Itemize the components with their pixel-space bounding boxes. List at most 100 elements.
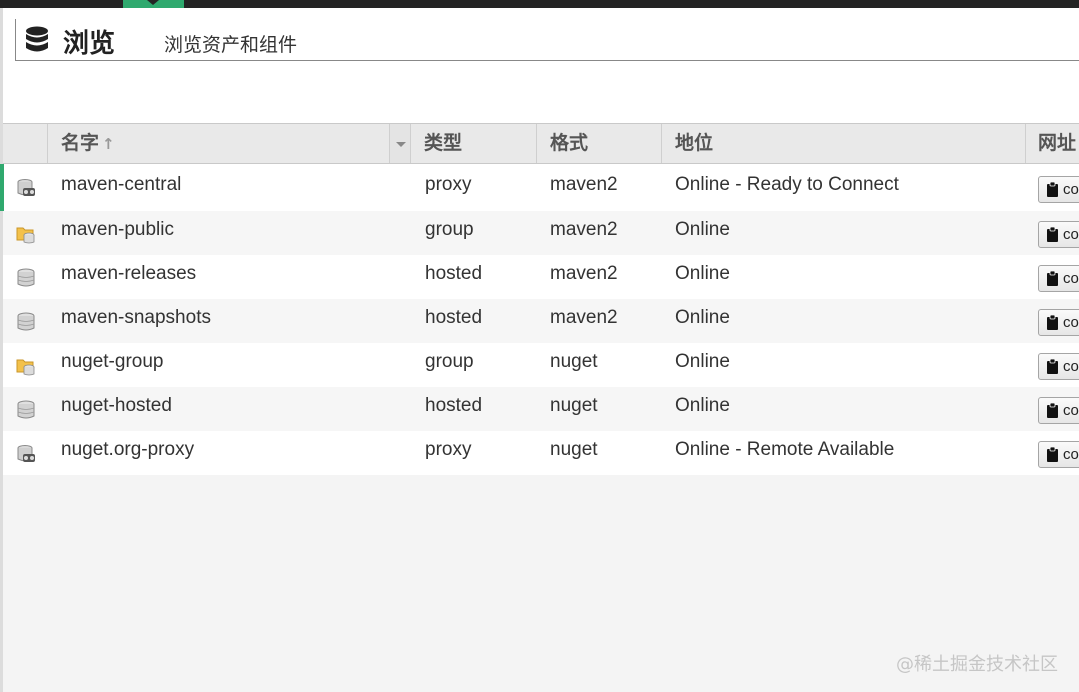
repo-type-cell: proxy <box>412 431 537 475</box>
repo-name: nuget-hosted <box>61 395 172 416</box>
repo-status-cell: Online <box>662 211 1026 255</box>
database-icon <box>26 26 48 52</box>
row-icon-cell <box>3 211 48 255</box>
clipboard-icon <box>1047 403 1058 418</box>
repo-status: Online <box>675 219 730 240</box>
repo-name: maven-public <box>61 219 174 240</box>
hosted-repo-icon <box>17 400 35 419</box>
repo-status-cell: Online - Remote Available <box>662 431 1026 475</box>
table-row[interactable]: nuget-hosted hosted nuget Online copy <box>3 387 1079 431</box>
clipboard-icon <box>1047 182 1058 197</box>
proxy-repo-icon <box>17 445 35 462</box>
repo-format: nuget <box>550 395 598 416</box>
page-title: 浏览 <box>63 29 116 59</box>
repo-type: hosted <box>425 263 483 284</box>
proxy-repo-icon <box>17 179 35 196</box>
repo-format-cell: maven2 <box>537 299 662 343</box>
repo-format: maven2 <box>550 307 618 328</box>
copy-url-button[interactable]: copy <box>1038 441 1079 468</box>
repo-type-cell: group <box>412 211 537 255</box>
repo-name-cell: nuget.org-proxy <box>48 431 412 475</box>
watermark: @稀土掘金技术社区 <box>896 654 1058 675</box>
column-header-format[interactable]: 格式 <box>537 124 662 163</box>
repo-type-cell: hosted <box>412 255 537 299</box>
title-box: 浏览 浏览资产和组件 <box>15 19 1079 61</box>
repo-status: Online - Remote Available <box>675 439 895 460</box>
repo-name-cell: maven-snapshots <box>48 299 412 343</box>
repo-url-cell: copy <box>1026 255 1079 299</box>
copy-button-label: copy <box>1063 270 1079 287</box>
repo-url-cell: copy <box>1026 431 1079 475</box>
repo-name-cell: nuget-hosted <box>48 387 412 431</box>
clipboard-icon <box>1047 227 1058 242</box>
repo-status: Online <box>675 351 730 372</box>
repo-type: group <box>425 219 474 240</box>
column-header-status-label: 地位 <box>675 132 714 154</box>
column-header-name[interactable]: 名字 ↑ <box>48 124 390 163</box>
group-repo-icon <box>16 227 35 244</box>
repo-format-cell: nuget <box>537 431 662 475</box>
copy-url-button[interactable]: copy <box>1038 265 1079 292</box>
active-section-indicator <box>123 0 184 8</box>
hosted-repo-icon <box>17 268 35 287</box>
repo-name: nuget.org-proxy <box>61 439 195 460</box>
column-header-url-label: 网址 <box>1038 132 1077 154</box>
copy-button-label: copy <box>1063 181 1079 198</box>
repo-name-cell: maven-releases <box>48 255 412 299</box>
copy-url-button[interactable]: copy <box>1038 176 1079 203</box>
repo-status-cell: Online <box>662 255 1026 299</box>
repo-type-cell: proxy <box>412 164 537 211</box>
repo-url-cell: copy <box>1026 343 1079 387</box>
repo-type: hosted <box>425 307 483 328</box>
table-row[interactable]: maven-central proxy maven2 Online - Read… <box>0 164 1079 211</box>
row-icon-cell <box>3 343 48 387</box>
row-icon-cell <box>3 255 48 299</box>
column-header-format-label: 格式 <box>550 132 589 154</box>
repo-status: Online - Ready to Connect <box>675 174 899 195</box>
repo-format: maven2 <box>550 174 618 195</box>
grid-body: maven-central proxy maven2 Online - Read… <box>0 164 1079 475</box>
column-header-status[interactable]: 地位 <box>662 124 1026 163</box>
repo-status-cell: Online <box>662 299 1026 343</box>
repo-name-cell: maven-public <box>48 211 412 255</box>
repo-format: maven2 <box>550 219 618 240</box>
column-header-name-label: 名字 <box>61 132 100 154</box>
repo-type: hosted <box>425 395 483 416</box>
repo-format-cell: maven2 <box>537 164 662 211</box>
repo-url-cell: copy <box>1026 299 1079 343</box>
clipboard-icon <box>1047 271 1058 286</box>
repo-name-cell: maven-central <box>48 164 412 211</box>
column-header-type[interactable]: 类型 <box>411 124 537 163</box>
copy-url-button[interactable]: copy <box>1038 397 1079 424</box>
repo-status: Online <box>675 395 730 416</box>
repo-format-cell: maven2 <box>537 255 662 299</box>
copy-url-button[interactable]: copy <box>1038 309 1079 336</box>
copy-button-label: copy <box>1063 314 1079 331</box>
repo-name: nuget-group <box>61 351 164 372</box>
table-row[interactable]: nuget-group group nuget Online copy <box>3 343 1079 387</box>
top-navigation-bar <box>0 0 1079 8</box>
table-row[interactable]: maven-releases hosted maven2 Online copy <box>3 255 1079 299</box>
table-row[interactable]: maven-public group maven2 Online copy <box>3 211 1079 255</box>
copy-url-button[interactable]: copy <box>1038 221 1079 248</box>
repo-type: group <box>425 351 474 372</box>
column-menu-trigger[interactable] <box>389 124 411 163</box>
clipboard-icon <box>1047 315 1058 330</box>
repo-type-cell: hosted <box>412 299 537 343</box>
repo-status: Online <box>675 307 730 328</box>
repo-format-cell: nuget <box>537 343 662 387</box>
repo-type-cell: hosted <box>412 387 537 431</box>
table-row[interactable]: nuget.org-proxy proxy nuget Online - Rem… <box>3 431 1079 475</box>
repo-format: nuget <box>550 439 598 460</box>
repo-format-cell: nuget <box>537 387 662 431</box>
copy-button-label: copy <box>1063 402 1079 419</box>
table-row[interactable]: maven-snapshots hosted maven2 Online cop… <box>3 299 1079 343</box>
repository-grid: 名字 ↑ 类型 格式 地位 网址 maven-central proxy mave… <box>0 123 1079 475</box>
page-header: 浏览 浏览资产和组件 <box>0 8 1079 124</box>
repo-type: proxy <box>425 174 472 195</box>
copy-url-button[interactable]: copy <box>1038 353 1079 380</box>
repo-type: proxy <box>425 439 472 460</box>
column-header-url[interactable]: 网址 <box>1026 124 1079 163</box>
repo-format: nuget <box>550 351 598 372</box>
repo-format-cell: maven2 <box>537 211 662 255</box>
